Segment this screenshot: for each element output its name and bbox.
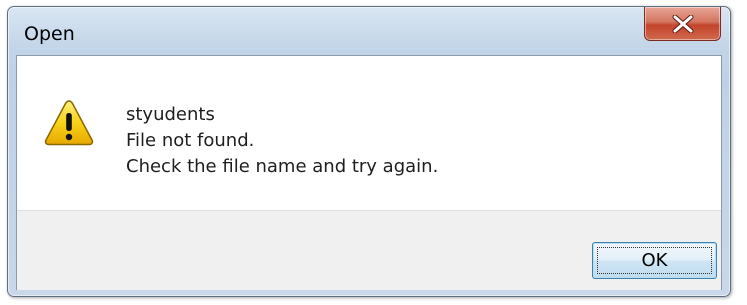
close-button[interactable] (644, 7, 721, 41)
dialog-client-area: styudents File not found. Check the file… (16, 55, 722, 290)
error-text: File not found. (126, 130, 255, 151)
dialog-window: Open styudents File not found. Check the… (7, 6, 731, 297)
dialog-title: Open (24, 23, 75, 45)
button-bar: OK (17, 210, 721, 290)
close-icon (672, 15, 694, 33)
file-name: styudents (126, 104, 215, 125)
warning-icon (44, 100, 94, 146)
ok-button-label: OK (641, 250, 668, 271)
message-area: styudents File not found. Check the file… (17, 56, 721, 210)
message-text: styudents File not found. Check the file… (126, 102, 438, 180)
ok-button[interactable]: OK (592, 242, 717, 279)
hint-text: Check the file name and try again. (126, 156, 439, 177)
